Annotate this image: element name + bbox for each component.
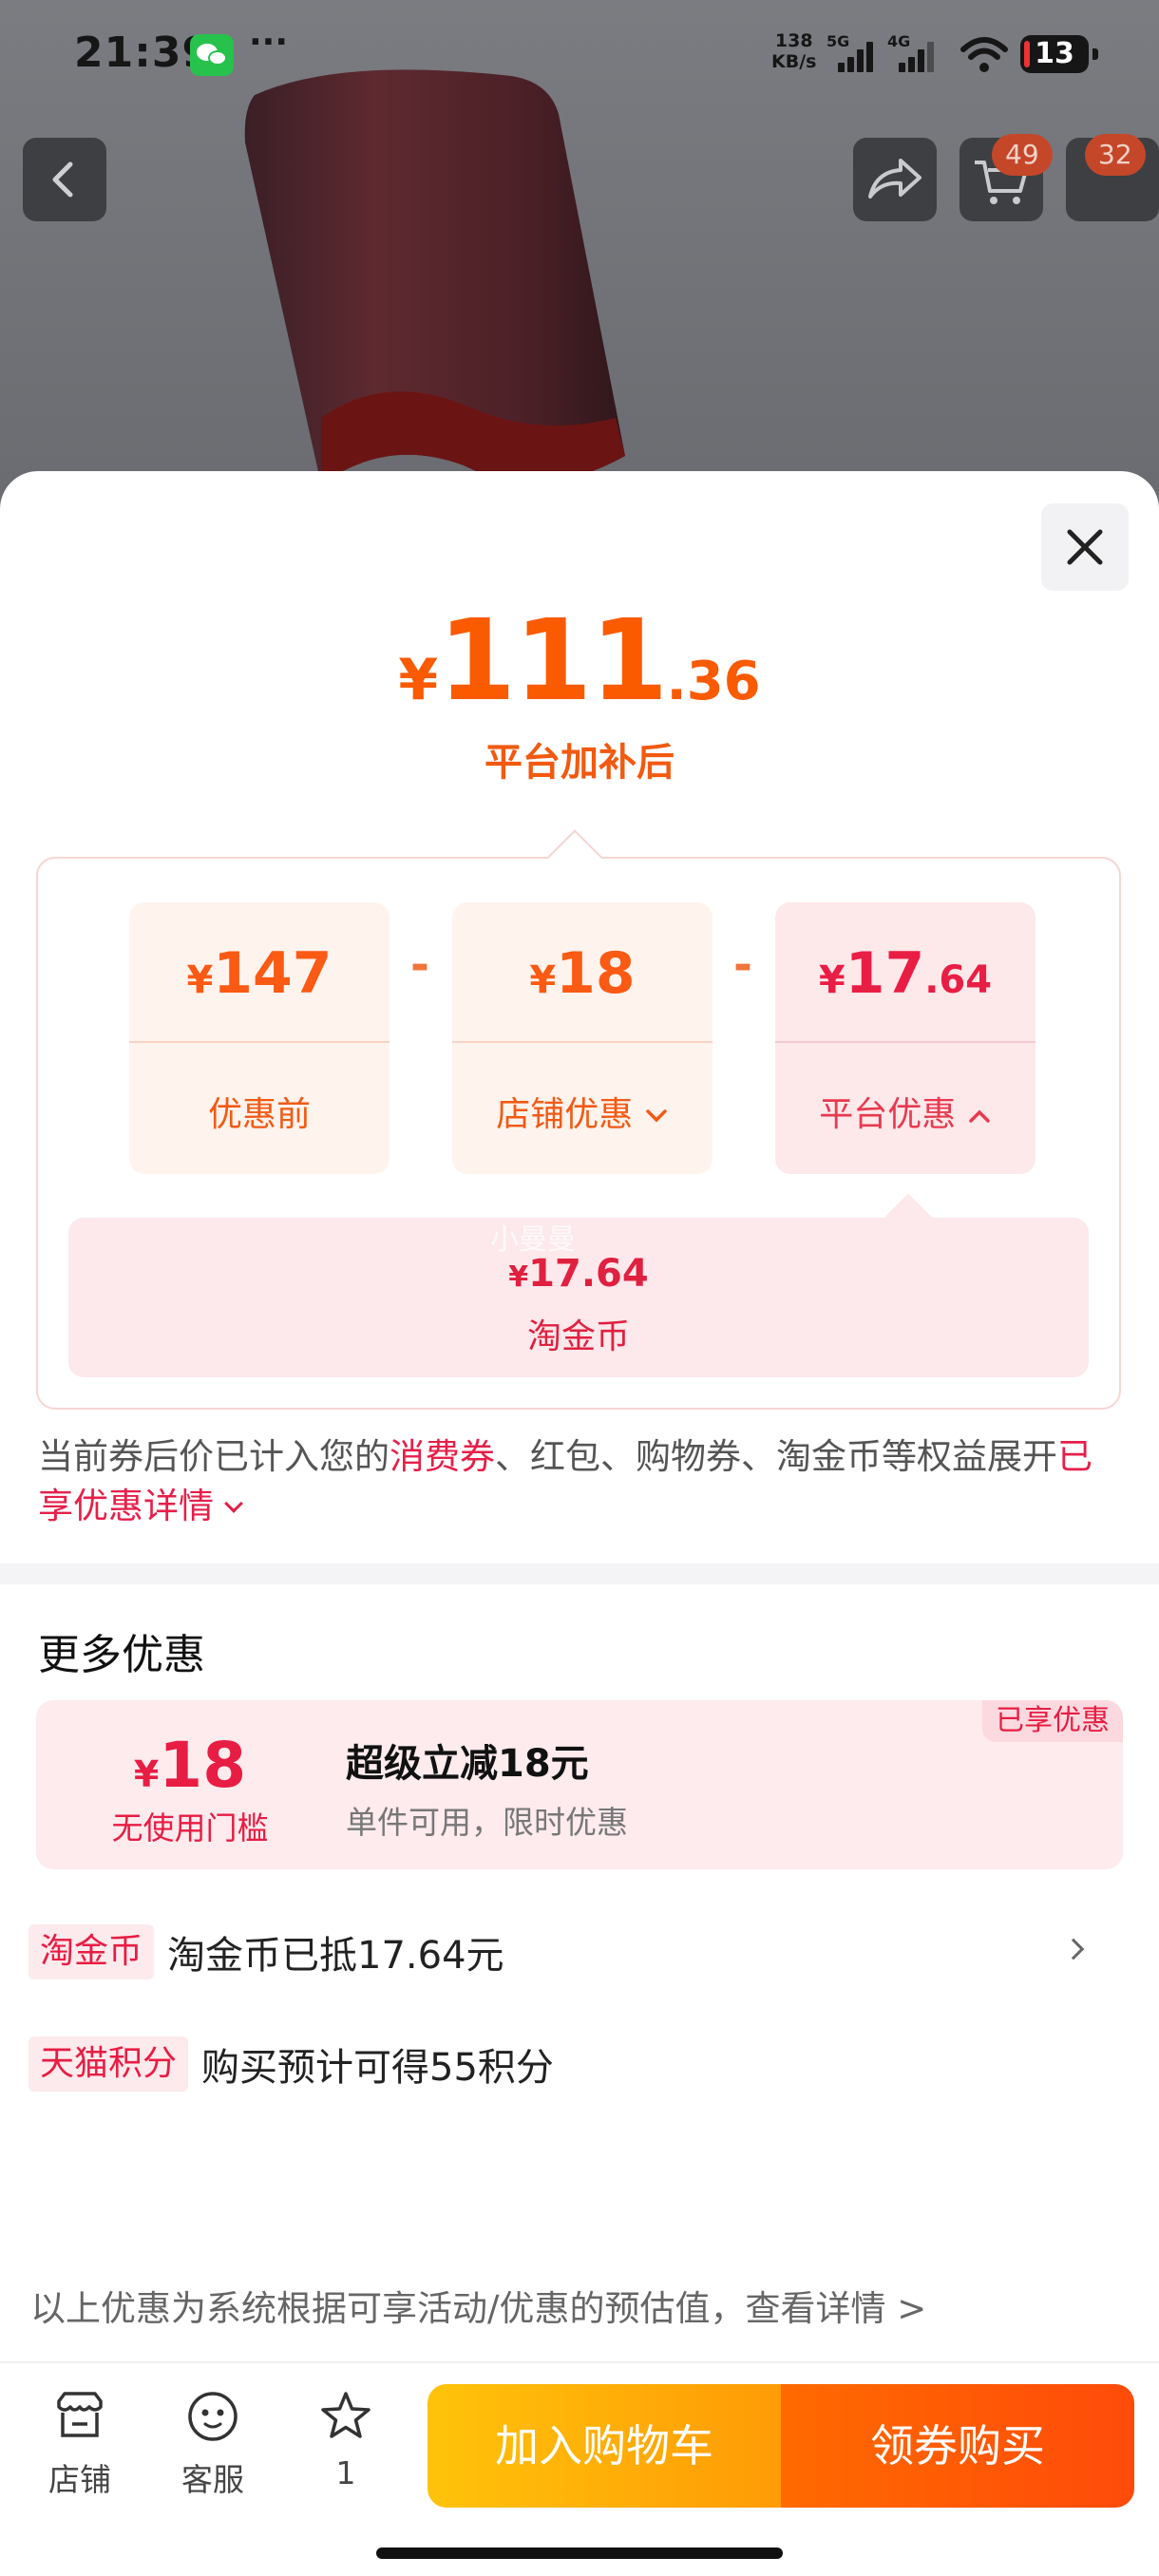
close-icon	[1067, 529, 1103, 565]
status-bar: 21:39 ··· 138 KB/s 5G 4G 13	[0, 0, 1159, 112]
more-offers-title: 更多优惠	[38, 1631, 205, 1679]
consumption-coupon-link[interactable]: 消费券	[390, 1436, 495, 1477]
taojinbi-row[interactable]: 淘金币 淘金币已抵17.64元	[28, 1924, 1130, 1981]
share-button[interactable]	[853, 138, 937, 221]
price-note: 当前券后价已计入您的消费券、红包、购物券、淘金币等权益展开已享优惠详情	[38, 1436, 1092, 1526]
platform-discount-label: 平台优惠	[819, 1095, 957, 1134]
chevron-down-icon	[645, 1109, 667, 1123]
star-icon	[321, 2392, 370, 2438]
wine-glass-image	[244, 69, 625, 485]
coupon-threshold: 无使用门槛	[111, 1809, 269, 1847]
home-indicator[interactable]	[376, 2548, 783, 2559]
section-divider	[0, 1563, 1159, 1584]
coupon-card[interactable]: ¥18 无使用门槛 超级立减18元 单件可用，限时优惠 已享优惠	[36, 1700, 1123, 1869]
watermark: 小曼曼	[490, 1223, 576, 1257]
chevron-down-icon	[224, 1494, 243, 1513]
taojinbi-text: 淘金币已抵17.64元	[167, 1934, 504, 1978]
disclaimer-link[interactable]: 以上优惠为系统根据可享活动/优惠的预估值，查看详情 >	[30, 2280, 926, 2331]
store-button[interactable]: 店铺	[32, 2388, 127, 2500]
wifi-icon	[960, 37, 1008, 72]
tmall-points-tag: 天猫积分	[28, 2036, 189, 2092]
coupon-status-badge: 已享优惠	[982, 1700, 1123, 1742]
final-price: ¥111.36	[398, 595, 761, 726]
coupon-subtitle: 单件可用，限时优惠	[346, 1804, 628, 1841]
more-button[interactable]: 32	[1066, 134, 1159, 221]
more-badge: 32	[1085, 134, 1146, 176]
cart-badge: 49	[992, 134, 1053, 176]
add-to-cart-button[interactable]: 加入购物车	[428, 2384, 781, 2508]
back-button[interactable]	[23, 138, 106, 221]
signal-4g-icon: 4G	[887, 32, 937, 72]
platform-discount-card[interactable]: ¥17.64 平台优惠	[775, 902, 1036, 1174]
store-discount-label: 店铺优惠	[496, 1095, 634, 1134]
taojinbi-tag: 淘金币	[28, 1924, 155, 1979]
favorite-button[interactable]: 1	[298, 2388, 393, 2491]
close-button[interactable]	[1041, 503, 1129, 591]
tmall-points-text: 购买预计可得55积分	[201, 2046, 554, 2090]
favorite-count: 1	[335, 2454, 356, 2491]
share-icon	[868, 159, 922, 199]
minus-sign: -	[733, 938, 752, 992]
price-caption: 平台加补后	[484, 741, 674, 785]
customer-service-button[interactable]: 客服	[165, 2388, 260, 2500]
tmall-points-row: 天猫积分 购买预计可得55积分	[28, 2036, 554, 2093]
store-discount-card[interactable]: ¥18 店铺优惠	[452, 902, 712, 1174]
net-speed: 138 KB/s	[771, 30, 817, 72]
minus-sign: -	[410, 938, 429, 992]
battery-icon: 13	[1020, 35, 1089, 73]
taojinbi-detail: ¥17.64 淘金币	[68, 1218, 1089, 1377]
status-more-dots: ···	[249, 23, 289, 62]
wechat-icon	[190, 34, 234, 76]
cart-button[interactable]: 49	[960, 134, 1053, 221]
claim-coupon-buy-button[interactable]: 领券购买	[781, 2384, 1134, 2508]
store-icon	[57, 2392, 103, 2437]
customer-service-icon	[188, 2392, 238, 2441]
original-price-label: 优惠前	[207, 1095, 311, 1134]
coupon-title: 超级立减18元	[346, 1742, 589, 1786]
original-price-card: ¥147 优惠前	[129, 902, 390, 1174]
chevron-left-icon	[52, 161, 73, 198]
signal-5g-icon: 5G	[826, 32, 876, 72]
chevron-up-icon	[968, 1109, 990, 1123]
